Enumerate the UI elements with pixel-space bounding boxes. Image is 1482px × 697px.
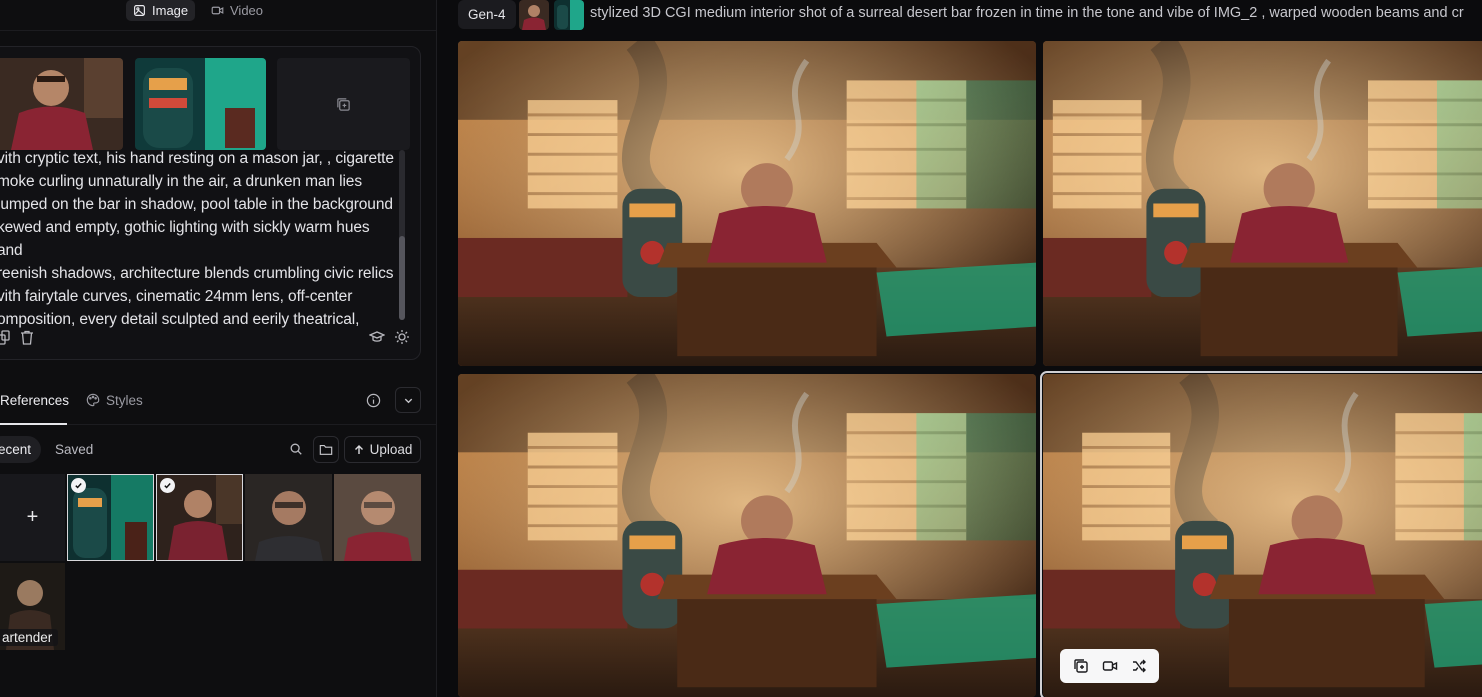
active-tab-underline	[0, 423, 67, 425]
tab-styles-label: Styles	[106, 392, 143, 408]
reference-thumb[interactable]	[245, 474, 332, 561]
reference-thumb[interactable]	[334, 474, 421, 561]
prompt-line: vith cryptic text, his hand resting on a…	[0, 150, 394, 167]
use-as-reference-button[interactable]	[1071, 656, 1091, 676]
folder-button[interactable]	[313, 436, 339, 463]
mode-tabs: Image Video	[0, 0, 436, 31]
filter-recent-label: ecent	[0, 442, 32, 457]
tab-image[interactable]: Image	[126, 0, 196, 21]
prompt-card: vith cryptic text, his hand resting on a…	[0, 46, 421, 360]
copy-button[interactable]	[0, 329, 10, 345]
info-icon	[366, 393, 380, 407]
prompt-actions	[0, 327, 420, 349]
reference-thumb[interactable]	[67, 474, 154, 561]
prompt-text[interactable]: vith cryptic text, his hand resting on a…	[0, 147, 399, 331]
tab-image-label: Image	[152, 3, 189, 18]
tab-styles[interactable]: Styles	[86, 384, 143, 416]
image-icon	[134, 5, 145, 16]
model-label: Gen-4	[468, 7, 506, 22]
generated-image-3[interactable]	[458, 374, 1036, 697]
enhance-prompt-button[interactable]	[368, 329, 386, 345]
add-image-icon	[337, 97, 350, 111]
shuffle-button[interactable]	[1129, 656, 1149, 676]
prompt-line: vith fairytale curves, cinematic 24mm le…	[0, 288, 353, 305]
copy-icon	[0, 329, 10, 345]
generation-reference-thumb-1[interactable]	[519, 0, 549, 30]
reference-grid: + artender	[0, 474, 436, 654]
generated-image-1[interactable]	[458, 41, 1036, 366]
model-badge: Gen-4	[458, 0, 516, 29]
chevron-down-icon	[404, 398, 412, 403]
generation-area: Gen-4 stylized 3D CGI medium interior sh…	[437, 0, 1482, 697]
selected-check-icon	[160, 478, 175, 493]
prompt-scrollbar[interactable]	[399, 150, 405, 320]
filter-saved-label: Saved	[55, 442, 94, 457]
selected-check-icon	[71, 478, 86, 493]
image-hover-toolbar	[1060, 649, 1159, 683]
tab-references[interactable]: References	[0, 384, 69, 416]
reference-label: artender	[0, 629, 59, 646]
collapse-references-button[interactable]	[395, 387, 421, 413]
search-icon	[290, 443, 302, 455]
video-icon	[1102, 661, 1117, 671]
reference-thumb-bartender[interactable]: artender	[0, 563, 65, 650]
upload-icon	[354, 444, 363, 454]
generated-image-2[interactable]	[1043, 41, 1482, 366]
prompt-scroll-thumb[interactable]	[399, 236, 405, 320]
upload-button[interactable]: Upload	[344, 436, 421, 463]
prompt-line: moke curling unnaturally in the air, a d…	[0, 173, 362, 190]
tab-references-label: References	[0, 392, 70, 408]
references-header: References Styles	[0, 384, 436, 425]
prompt-reference-strip	[0, 58, 420, 150]
delete-button[interactable]	[19, 329, 35, 345]
filter-saved[interactable]: Saved	[45, 436, 103, 463]
video-icon	[211, 6, 224, 15]
generated-image-4[interactable]	[1040, 371, 1482, 697]
left-panel: Image Video vith cryptic text, his hand …	[0, 0, 436, 697]
add-reference-slot[interactable]	[277, 58, 410, 150]
prompt-line: kewed and empty, gothic lighting with si…	[0, 219, 370, 259]
prompt-reference-thumb-1[interactable]	[0, 58, 123, 150]
palette-icon	[86, 393, 100, 407]
generation-prompt[interactable]: stylized 3D CGI medium interior shot of …	[590, 5, 1464, 21]
info-button[interactable]	[365, 392, 381, 408]
shuffle-icon	[1132, 659, 1146, 673]
trash-icon	[21, 330, 33, 345]
reference-thumb[interactable]	[156, 474, 243, 561]
folder-icon	[319, 444, 333, 455]
image-settings-icon	[395, 330, 409, 344]
tab-video-label: Video	[230, 3, 264, 18]
prompt-reference-thumb-2[interactable]	[135, 58, 266, 150]
generation-header: Gen-4 stylized 3D CGI medium interior sh…	[458, 0, 1482, 32]
upload-label: Upload	[369, 442, 413, 457]
graduation-cap-icon	[369, 331, 385, 342]
prompt-line: lumped on the bar in shadow, pool table …	[0, 196, 393, 213]
generation-reference-thumb-2[interactable]	[554, 0, 584, 30]
reference-filter-row: ecent Saved Upload	[0, 436, 436, 464]
image-prompt-settings-button[interactable]	[393, 329, 411, 345]
add-reference-button[interactable]: +	[0, 474, 65, 561]
search-references-button[interactable]	[288, 441, 304, 457]
add-image-icon	[1073, 659, 1088, 673]
generate-video-button[interactable]	[1100, 656, 1120, 676]
plus-icon: +	[26, 506, 39, 528]
filter-recent[interactable]: ecent	[0, 436, 42, 463]
prompt-line: reenish shadows, architecture blends cru…	[0, 265, 394, 282]
tab-video[interactable]: Video	[204, 0, 270, 21]
